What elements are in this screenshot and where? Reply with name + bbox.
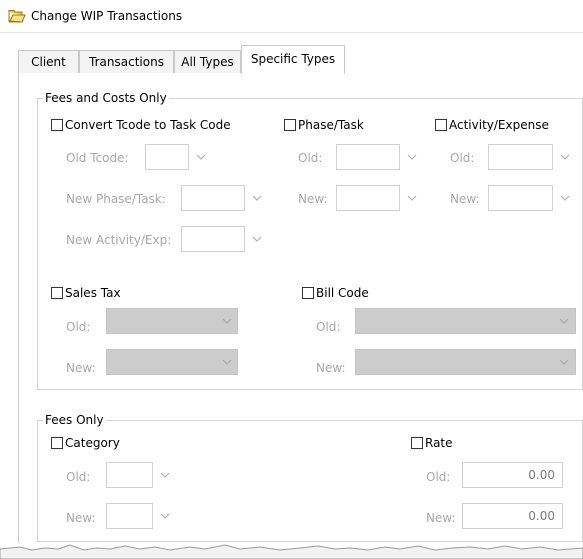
phase-task-checkbox[interactable]: Phase/Task: [284, 118, 364, 134]
chevron-down-icon[interactable]: [403, 185, 421, 211]
category-checkbox[interactable]: Category: [51, 436, 120, 452]
sales-tax-checkbox[interactable]: Sales Tax: [51, 286, 121, 302]
torn-edge: [0, 544, 583, 559]
tab-transactions[interactable]: Transactions: [79, 50, 174, 73]
activity-expense-new-combo[interactable]: [488, 185, 576, 211]
new-phase-task-combo[interactable]: [181, 185, 267, 211]
rate-old-label: Old:: [426, 470, 451, 484]
fees-only-legend: Fees Only: [43, 413, 106, 427]
chevron-down-icon[interactable]: [156, 503, 174, 529]
chevron-down-icon[interactable]: [555, 349, 573, 375]
chevron-down-icon[interactable]: [218, 308, 236, 334]
activity-expense-old-label: Old:: [450, 151, 475, 165]
change-wip-window: Change WIP Transactions Client Transacti…: [0, 0, 583, 559]
folder-icon: [8, 9, 26, 23]
activity-expense-box[interactable]: [435, 119, 447, 131]
phase-task-box[interactable]: [284, 119, 296, 131]
category-old-label: Old:: [66, 470, 91, 484]
phase-task-label: Phase/Task: [298, 118, 364, 132]
chevron-down-icon[interactable]: [248, 185, 266, 211]
phase-task-old-combo[interactable]: [336, 144, 422, 170]
chevron-down-icon[interactable]: [555, 308, 573, 334]
old-tcode-label: Old Tcode:: [66, 151, 129, 165]
sales-tax-label: Sales Tax: [65, 286, 121, 300]
chevron-down-icon[interactable]: [556, 185, 574, 211]
chevron-down-icon[interactable]: [192, 144, 210, 170]
sales-tax-old-combo[interactable]: [106, 308, 238, 334]
category-label: Category: [65, 436, 120, 450]
bill-code-old-label: Old:: [316, 320, 341, 334]
activity-expense-label: Activity/Expense: [449, 118, 549, 132]
phase-task-new-combo[interactable]: [336, 185, 422, 211]
rate-box[interactable]: [411, 437, 423, 449]
activity-expense-checkbox[interactable]: Activity/Expense: [435, 118, 549, 134]
rate-checkbox[interactable]: Rate: [411, 436, 453, 452]
activity-expense-old-combo[interactable]: [488, 144, 576, 170]
sales-tax-old-label: Old:: [66, 320, 91, 334]
rate-old-field[interactable]: 0.00: [462, 462, 563, 488]
old-tcode-combo[interactable]: [145, 144, 212, 170]
rate-new-field[interactable]: 0.00: [462, 503, 563, 529]
bill-code-box[interactable]: [302, 287, 314, 299]
activity-expense-new-label: New:: [450, 192, 480, 206]
phase-task-old-label: Old:: [298, 151, 323, 165]
tab-client[interactable]: Client: [18, 50, 79, 73]
chevron-down-icon[interactable]: [248, 226, 266, 252]
category-new-combo[interactable]: [106, 503, 174, 529]
chevron-down-icon[interactable]: [556, 144, 574, 170]
phase-task-new-label: New:: [298, 192, 328, 206]
tab-specific-types[interactable]: Specific Types: [241, 45, 345, 74]
convert-tcode-box[interactable]: [51, 119, 63, 131]
bill-code-new-combo[interactable]: [355, 349, 576, 375]
bill-code-new-label: New:: [316, 361, 346, 375]
convert-tcode-checkbox[interactable]: Convert Tcode to Task Code: [51, 118, 231, 134]
title-bar: Change WIP Transactions: [0, 0, 583, 33]
sales-tax-box[interactable]: [51, 287, 63, 299]
bill-code-old-combo[interactable]: [355, 308, 576, 334]
bill-code-checkbox[interactable]: Bill Code: [302, 286, 369, 302]
convert-tcode-label: Convert Tcode to Task Code: [65, 118, 231, 132]
new-phase-task-label: New Phase/Task:: [66, 192, 166, 206]
category-box[interactable]: [51, 437, 63, 449]
chevron-down-icon[interactable]: [403, 144, 421, 170]
chevron-down-icon[interactable]: [156, 462, 174, 488]
new-activity-exp-combo[interactable]: [181, 226, 267, 252]
sales-tax-new-combo[interactable]: [106, 349, 238, 375]
fees-costs-legend: Fees and Costs Only: [43, 91, 169, 105]
chevron-down-icon[interactable]: [218, 349, 236, 375]
tab-all-types[interactable]: All Types: [174, 50, 241, 73]
bill-code-label: Bill Code: [316, 286, 369, 300]
sales-tax-new-label: New:: [66, 361, 96, 375]
rate-new-label: New:: [426, 511, 456, 525]
category-old-combo[interactable]: [106, 462, 174, 488]
rate-label: Rate: [425, 436, 453, 450]
new-activity-exp-label: New Activity/Exp:: [66, 233, 172, 247]
category-new-label: New:: [66, 511, 96, 525]
window-title: Change WIP Transactions: [31, 9, 183, 23]
